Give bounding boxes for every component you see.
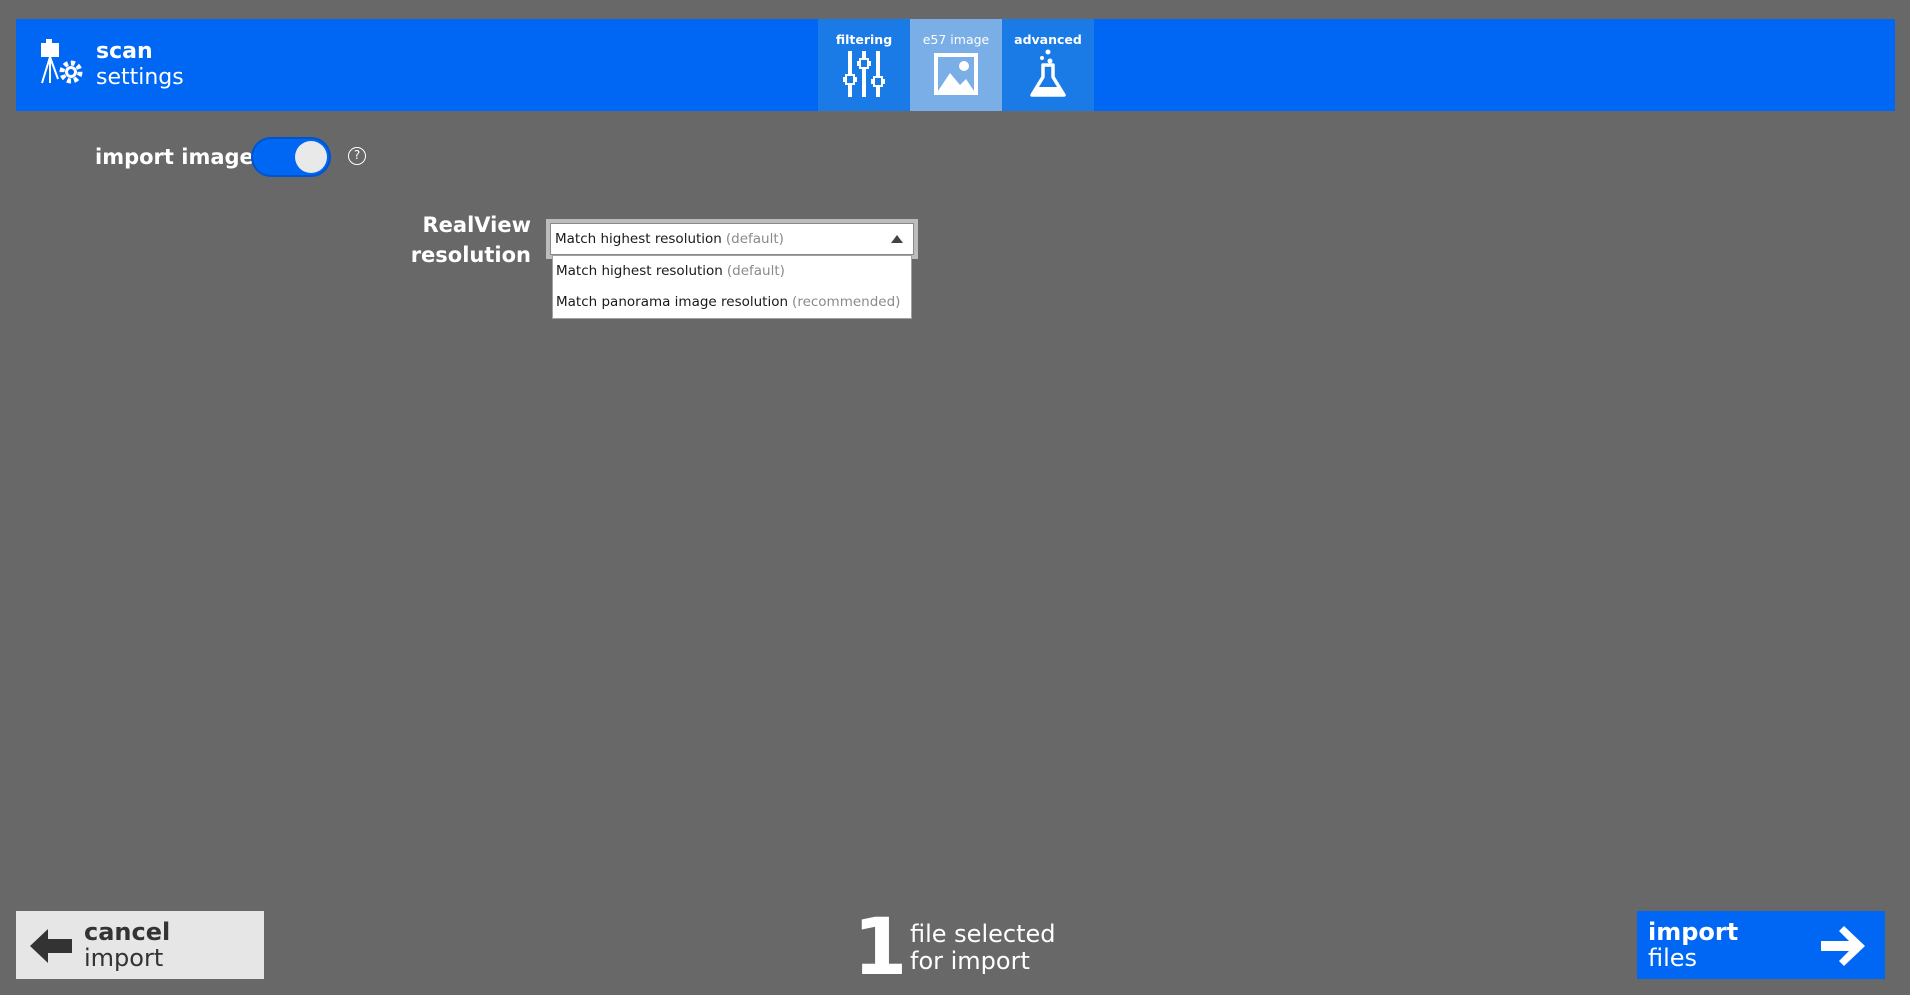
cancel-line2: import bbox=[84, 944, 164, 972]
header-bar: scan settings filtering e57 image advanc… bbox=[16, 19, 1895, 111]
count-line2: for import bbox=[910, 947, 1030, 975]
cancel-line1: cancel bbox=[84, 918, 171, 946]
arrow-right-icon bbox=[1821, 926, 1865, 966]
realview-select-value[interactable]: Match highest resolution (default) bbox=[550, 223, 914, 255]
import-line2: files bbox=[1648, 944, 1698, 972]
file-count-text: file selected for import bbox=[910, 921, 1056, 975]
toggle-knob bbox=[295, 141, 327, 173]
file-count: 1 bbox=[853, 903, 908, 993]
flask-icon bbox=[1030, 49, 1066, 97]
selected-option-hint: (default) bbox=[725, 231, 784, 247]
realview-resolution-label: RealView resolution bbox=[400, 210, 531, 270]
option-match-panorama-resolution[interactable]: Match panorama image resolution (recommen… bbox=[553, 287, 911, 318]
tab-bar: filtering e57 image advanced bbox=[818, 19, 1094, 111]
page-title-line1: scan bbox=[96, 39, 153, 64]
import-image-label: import image bbox=[95, 145, 254, 169]
option-text: Match highest resolution bbox=[556, 263, 723, 279]
tab-filtering[interactable]: filtering bbox=[818, 19, 910, 111]
count-line1: file selected bbox=[910, 920, 1056, 948]
realview-resolution-select[interactable]: Match highest resolution (default) bbox=[546, 219, 918, 259]
tab-e57-image[interactable]: e57 image bbox=[910, 19, 1002, 111]
tab-filtering-label: filtering bbox=[835, 32, 893, 47]
help-icon[interactable]: ? bbox=[348, 147, 366, 165]
image-icon bbox=[934, 53, 978, 95]
cancel-import-button[interactable]: cancel import bbox=[16, 911, 264, 979]
option-text: Match panorama image resolution bbox=[556, 294, 789, 310]
import-files-button[interactable]: import files bbox=[1637, 911, 1885, 979]
arrow-left-icon bbox=[30, 929, 72, 963]
cancel-button-text: cancel import bbox=[84, 919, 170, 971]
realview-dropdown-list: Match highest resolution (default) Match … bbox=[552, 255, 912, 319]
option-match-highest-resolution[interactable]: Match highest resolution (default) bbox=[553, 256, 911, 287]
realview-label-line2: resolution bbox=[410, 243, 531, 267]
import-button-text: import files bbox=[1648, 919, 1738, 971]
import-line1: import bbox=[1648, 918, 1739, 946]
option-hint: (default) bbox=[726, 263, 785, 279]
page-title-line2: settings bbox=[96, 65, 184, 90]
page-title: scan settings bbox=[96, 39, 184, 91]
tab-advanced-label: advanced bbox=[1014, 32, 1082, 47]
realview-label-line1: RealView bbox=[422, 213, 531, 237]
caret-up-icon bbox=[891, 235, 903, 243]
tab-advanced[interactable]: advanced bbox=[1002, 19, 1094, 111]
import-image-toggle[interactable] bbox=[251, 137, 331, 177]
tab-e57-image-label: e57 image bbox=[922, 32, 990, 47]
sliders-icon bbox=[843, 51, 885, 97]
scanner-gear-icon bbox=[41, 39, 83, 84]
selected-option-text: Match highest resolution bbox=[555, 231, 722, 247]
option-hint: (recommended) bbox=[792, 294, 901, 310]
